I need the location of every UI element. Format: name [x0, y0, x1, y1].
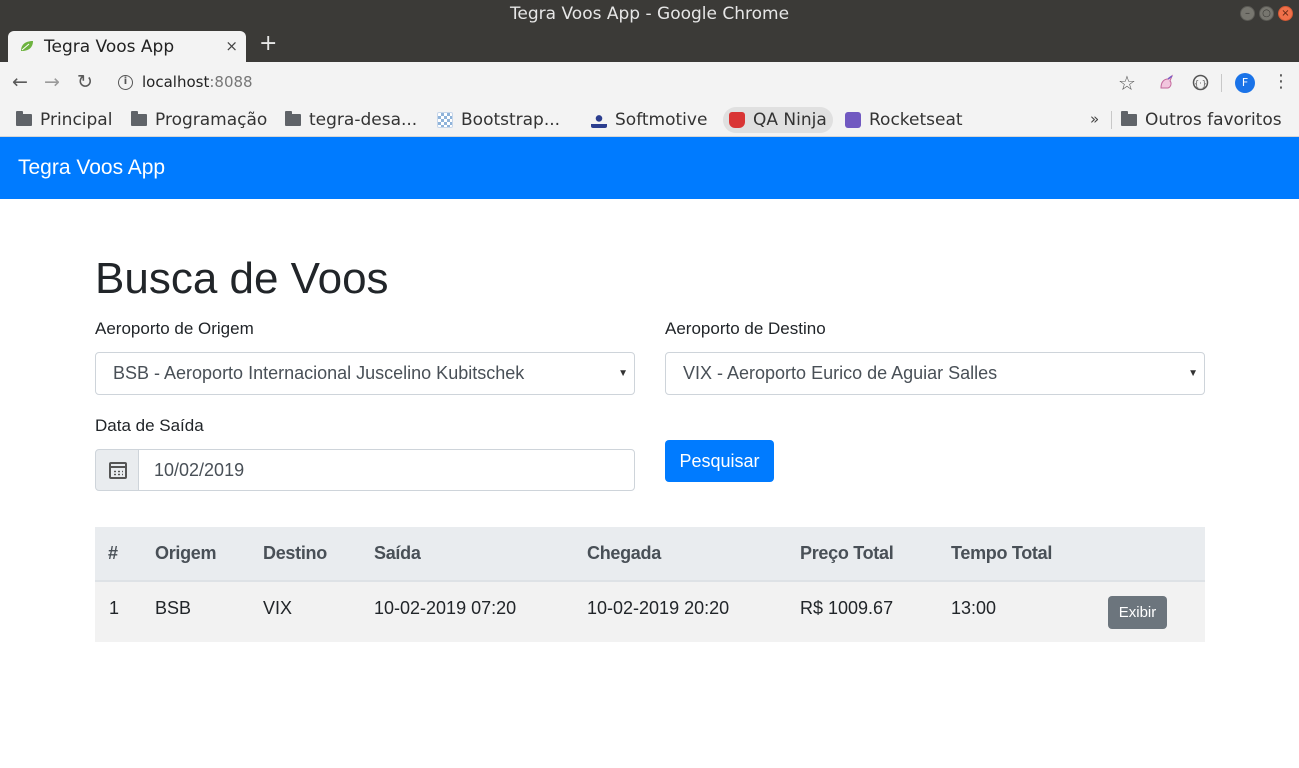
destination-select[interactable]: VIX - Aeroporto Eurico de Aguiar Salles … [665, 352, 1205, 395]
window-titlebar: Tegra Voos App - Google Chrome – ○ × [0, 0, 1299, 28]
origin-selected-value: BSB - Aeroporto Internacional Juscelino … [113, 363, 525, 383]
softmotive-favicon [591, 112, 607, 128]
app-navbar: Tegra Voos App [0, 137, 1299, 199]
column-header-arrival: Chegada [587, 543, 661, 563]
extension-circle-icon[interactable]: {·} [1192, 74, 1209, 91]
window-controls: – ○ × [1240, 6, 1293, 21]
calendar-icon [109, 462, 127, 479]
address-bar[interactable]: localhost:8088 [142, 73, 253, 91]
cell-destination: VIX [263, 598, 293, 618]
bookmark-bootstrap[interactable]: Bootstrap... [437, 107, 560, 133]
cell-index: 1 [109, 598, 120, 618]
page-title: Busca de Voos [95, 254, 389, 303]
forward-arrow-icon[interactable]: → [44, 72, 60, 92]
navbar-brand[interactable]: Tegra Voos App [18, 156, 165, 180]
bookmark-tegra-desa[interactable]: tegra-desa... [285, 107, 417, 133]
calendar-addon[interactable] [95, 449, 139, 491]
tab-title: Tegra Voos App [44, 37, 175, 57]
folder-icon [16, 111, 32, 126]
column-header-index: # [108, 543, 118, 563]
bookmark-label: Softmotive [615, 110, 708, 130]
origin-label: Aeroporto de Origem [95, 319, 254, 338]
bookmark-softmotive[interactable]: Softmotive [591, 107, 707, 133]
departure-date-label: Data de Saída [95, 416, 204, 435]
bookmark-outros-favoritos[interactable]: Outros favoritos [1121, 107, 1282, 133]
new-tab-plus-icon[interactable]: + [259, 33, 277, 55]
spring-leaf-icon [21, 41, 33, 51]
toolbar-separator [1221, 74, 1222, 92]
bookmark-star-icon[interactable]: ☆ [1118, 71, 1136, 95]
browser-tab[interactable]: Tegra Voos App × [8, 31, 246, 62]
bookmark-principal[interactable]: Principal [16, 107, 112, 133]
chrome-menu-icon[interactable]: ⋮ [1272, 71, 1290, 92]
bookmarks-separator [1111, 111, 1112, 129]
folder-icon [131, 111, 147, 126]
site-info-icon[interactable]: i [118, 75, 133, 90]
column-header-origin: Origem [155, 543, 217, 563]
column-header-price: Preço Total [800, 543, 894, 563]
bookmark-rocketseat[interactable]: Rocketseat [845, 107, 963, 133]
bookmarks-bar: Principal Programação tegra-desa... Boot… [0, 103, 1299, 137]
cell-price: R$ 1009.67 [800, 598, 894, 618]
browser-toolbar: ← → ↻ i localhost:8088 ☆ {·} F ⋮ [0, 62, 1299, 103]
view-flight-button[interactable]: Exibir [1108, 596, 1167, 629]
cell-arrival: 10-02-2019 20:20 [587, 598, 730, 618]
reload-icon[interactable]: ↻ [77, 72, 93, 92]
bookmark-label: Programação [155, 110, 268, 130]
departure-date-group: 10/02/2019 [95, 449, 635, 491]
tab-strip: Tegra Voos App × [0, 28, 1299, 62]
column-header-duration: Tempo Total [951, 543, 1053, 563]
bookmark-label: Principal [40, 110, 113, 130]
cell-origin: BSB [155, 598, 192, 618]
url-port: :8088 [209, 73, 253, 91]
departure-date-input[interactable]: 10/02/2019 [138, 449, 635, 491]
bookmark-programacao[interactable]: Programação [131, 107, 267, 133]
bootstrap-favicon [437, 112, 453, 128]
bookmark-label: QA Ninja [753, 110, 827, 130]
table-header: # Origem Destino Saída Chegada Preço Tot… [95, 527, 1205, 582]
table-row: 1 BSB VIX 10-02-2019 07:20 10-02-2019 20… [95, 582, 1205, 642]
column-header-departure: Saída [374, 543, 421, 563]
bookmark-label: Rocketseat [869, 110, 963, 130]
profile-avatar[interactable]: F [1235, 73, 1255, 93]
chevron-down-icon: ▼ [1188, 368, 1198, 379]
svg-text:{·}: {·} [1194, 79, 1207, 88]
bookmark-label: Bootstrap... [461, 110, 561, 130]
cell-departure: 10-02-2019 07:20 [374, 598, 517, 618]
cell-duration: 13:00 [951, 598, 997, 618]
bookmark-label: Outros favoritos [1145, 110, 1282, 130]
column-header-destination: Destino [263, 543, 327, 563]
bookmarks-overflow-icon[interactable]: » [1090, 110, 1099, 128]
origin-select[interactable]: BSB - Aeroporto Internacional Juscelino … [95, 352, 635, 395]
qaninja-favicon [729, 112, 745, 128]
chevron-down-icon: ▼ [618, 368, 628, 379]
folder-icon [1121, 111, 1137, 126]
url-host: localhost [142, 73, 210, 91]
maximize-icon[interactable]: ○ [1259, 6, 1274, 21]
unicorn-extension-icon[interactable] [1158, 74, 1175, 91]
minimize-icon[interactable]: – [1240, 6, 1255, 21]
bookmark-label: tegra-desa... [309, 110, 418, 130]
destination-label: Aeroporto de Destino [665, 319, 826, 338]
search-button[interactable]: Pesquisar [665, 440, 774, 482]
destination-selected-value: VIX - Aeroporto Eurico de Aguiar Salles [683, 363, 998, 383]
tab-close-icon[interactable]: × [225, 37, 238, 55]
close-window-icon[interactable]: × [1278, 6, 1293, 21]
window-title: Tegra Voos App - Google Chrome [509, 4, 790, 24]
back-arrow-icon[interactable]: ← [12, 72, 28, 92]
rocketseat-favicon [845, 112, 861, 128]
folder-icon [285, 111, 301, 126]
bookmark-qa-ninja[interactable]: QA Ninja [723, 107, 833, 133]
